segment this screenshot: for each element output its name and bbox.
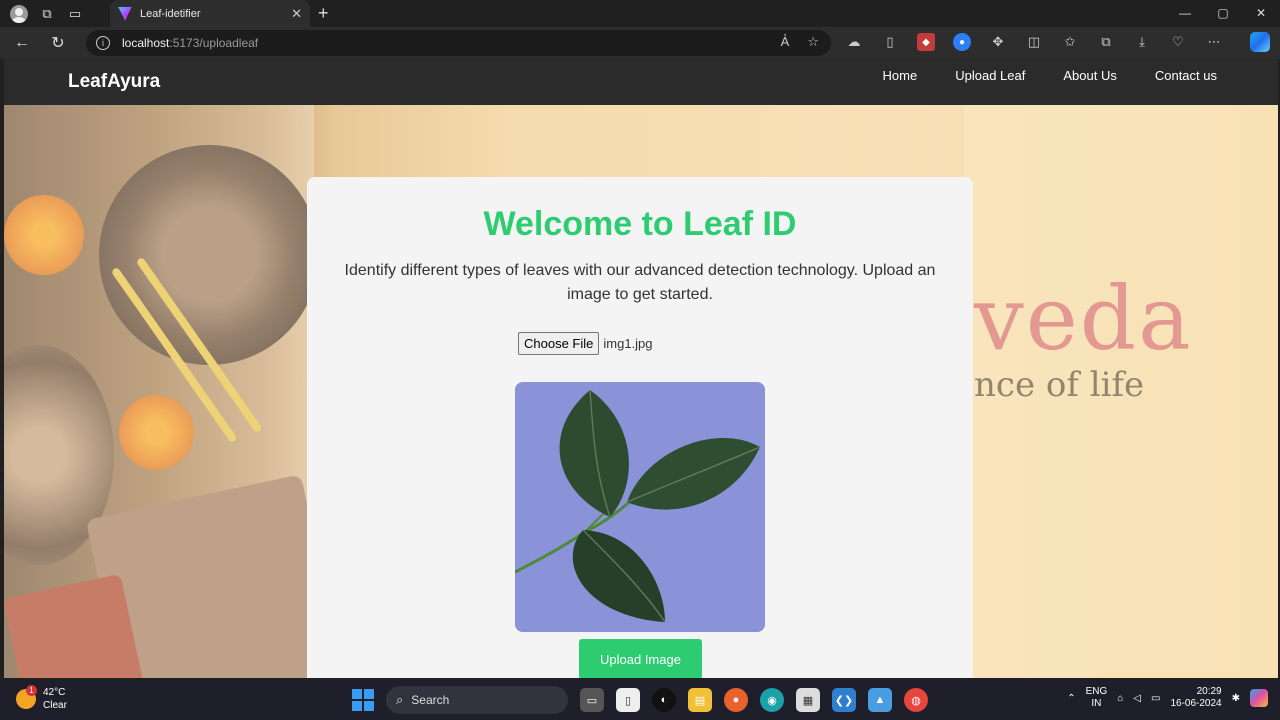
page-description: Identify different types of leaves with … [344,262,936,303]
phone-icon[interactable]: ▯ [881,33,899,51]
edge-icon[interactable]: ◉ [760,688,784,712]
leaf-image [515,382,765,632]
tab-leaf-identifier[interactable]: Leaf-idetifier ✕ [110,0,310,27]
collections-icon[interactable]: ⧉ [1097,33,1115,51]
choose-file-button[interactable]: Choose File [518,332,600,355]
favorite-star-icon[interactable]: ☆ [807,34,819,50]
profile-icon[interactable] [10,4,28,23]
taskbar-search[interactable]: ⌕ Search [386,686,568,714]
page-title: Welcome to Leaf ID [483,205,797,243]
weather-temp: 42°C [43,687,66,698]
url-path: :5173/uploadleaf [169,36,259,50]
language-indicator[interactable]: ENG IN [1086,686,1108,710]
split-screen-icon[interactable]: ◫ [1025,33,1043,51]
vite-favicon-icon [118,6,132,21]
start-menu-icon[interactable] [352,689,374,711]
file-input[interactable]: Choose File img1.jpg [518,332,653,355]
background-image: veda nce of life Welcome to Leaf ID Iden… [4,105,1278,678]
taskbar-search-label: Search [411,693,450,707]
leaf-image-preview [515,382,765,632]
selected-file-name: img1.jpg [603,336,653,351]
tab-actions-icon[interactable]: ▭ [66,5,84,23]
dell-icon[interactable]: ◐ [652,688,676,712]
nav-contact-us[interactable]: Contact us [1155,68,1217,83]
tab-title: Leaf-idetifier [140,7,201,20]
address-bar-row: ← ↻ i localhost :5173/uploadleaf A᷾ ☆ ☁ … [0,27,1280,59]
brand-logo[interactable]: LeafAyura [68,71,160,93]
language-top: ENG [1085,686,1108,697]
weather-desc: Clear [43,700,67,711]
network-icon[interactable]: ⌂ [1117,693,1123,704]
windows-taskbar: 1 42°C Clear ⌕ Search ▭ ▯ ◐ ▤ ● ◉ ▦ ❮❯ ▲… [0,680,1280,720]
read-aloud-icon[interactable]: A᷾ [781,34,790,50]
nav-upload-leaf[interactable]: Upload Leaf [955,68,1025,83]
language-bottom: IN [1091,698,1102,709]
upload-image-button[interactable]: Upload Image [579,639,702,678]
page-viewport: veda nce of life Welcome to Leaf ID Iden… [4,59,1278,678]
browser-tabbar: ⧉ ▭ Leaf-idetifier ✕ + — ▢ ✕ [0,0,1280,27]
notification-icon[interactable]: ✱ [1232,693,1240,704]
minimize-icon[interactable]: — [1166,0,1204,27]
refresh-icon[interactable]: ↻ [44,33,72,53]
store-icon[interactable]: ▦ [796,688,820,712]
file-icon[interactable]: ▯ [616,688,640,712]
clock[interactable]: 20:29 16-06-2024 [1170,686,1221,710]
extension-blue-icon[interactable]: ● [953,33,971,51]
firefox-icon[interactable]: ● [724,688,748,712]
more-menu-icon[interactable]: ⋯ [1205,33,1223,51]
copilot-icon[interactable] [1250,32,1270,52]
browser-essentials-icon[interactable]: ♡ [1169,33,1187,51]
search-icon: ⌕ [396,692,404,707]
tray-overflow-icon[interactable]: ⌃ [1067,693,1075,704]
vscode-icon[interactable]: ❮❯ [832,688,856,712]
clock-date: 16-06-2024 [1170,698,1222,709]
close-window-icon[interactable]: ✕ [1242,0,1280,27]
weather-widget[interactable]: 1 42°C Clear [16,685,67,712]
maximize-icon[interactable]: ▢ [1204,0,1242,27]
weather-badge: 1 [26,685,37,696]
battery-icon[interactable]: ▭ [1151,693,1160,704]
file-explorer-icon[interactable]: ▤ [688,688,712,712]
downloads-icon[interactable]: ⤓ [1133,33,1151,51]
weather-sun-icon: 1 [16,685,37,709]
nav-about-us[interactable]: About Us [1063,68,1116,83]
photos-icon[interactable]: ▲ [868,688,892,712]
site-navbar: LeafAyura Home Upload Leaf About Us Cont… [4,59,1278,105]
workspaces-icon[interactable]: ⧉ [38,5,56,23]
site-info-icon[interactable]: i [96,36,110,50]
chrome-icon[interactable]: ◍ [904,688,928,712]
address-bar[interactable]: i localhost :5173/uploadleaf A᷾ ☆ [86,30,831,56]
close-tab-icon[interactable]: ✕ [291,6,302,22]
back-icon[interactable]: ← [8,34,36,52]
clock-time: 20:29 [1196,686,1222,697]
extension-icon[interactable]: ☁ [845,33,863,51]
task-view-icon[interactable]: ▭ [580,688,604,712]
nav-links: Home Upload Leaf About Us Contact us [845,68,1217,83]
window-controls: — ▢ ✕ [1166,0,1280,27]
url-host: localhost [122,36,170,50]
nav-home[interactable]: Home [883,68,918,83]
extensions-puzzle-icon[interactable]: ✥ [989,33,1007,51]
copilot-taskbar-icon[interactable] [1250,689,1268,707]
new-tab-icon[interactable]: + [318,3,329,24]
extension-red-icon[interactable]: ◆ [917,33,935,51]
system-tray: ⌃ ENG IN ⌂ ◁ ▭ 20:29 16-06-2024 ✱ [1067,686,1268,710]
upload-card: Welcome to Leaf ID Identify different ty… [307,177,973,678]
volume-icon[interactable]: ◁ [1133,693,1141,704]
favorites-icon[interactable]: ✩ [1061,33,1079,51]
